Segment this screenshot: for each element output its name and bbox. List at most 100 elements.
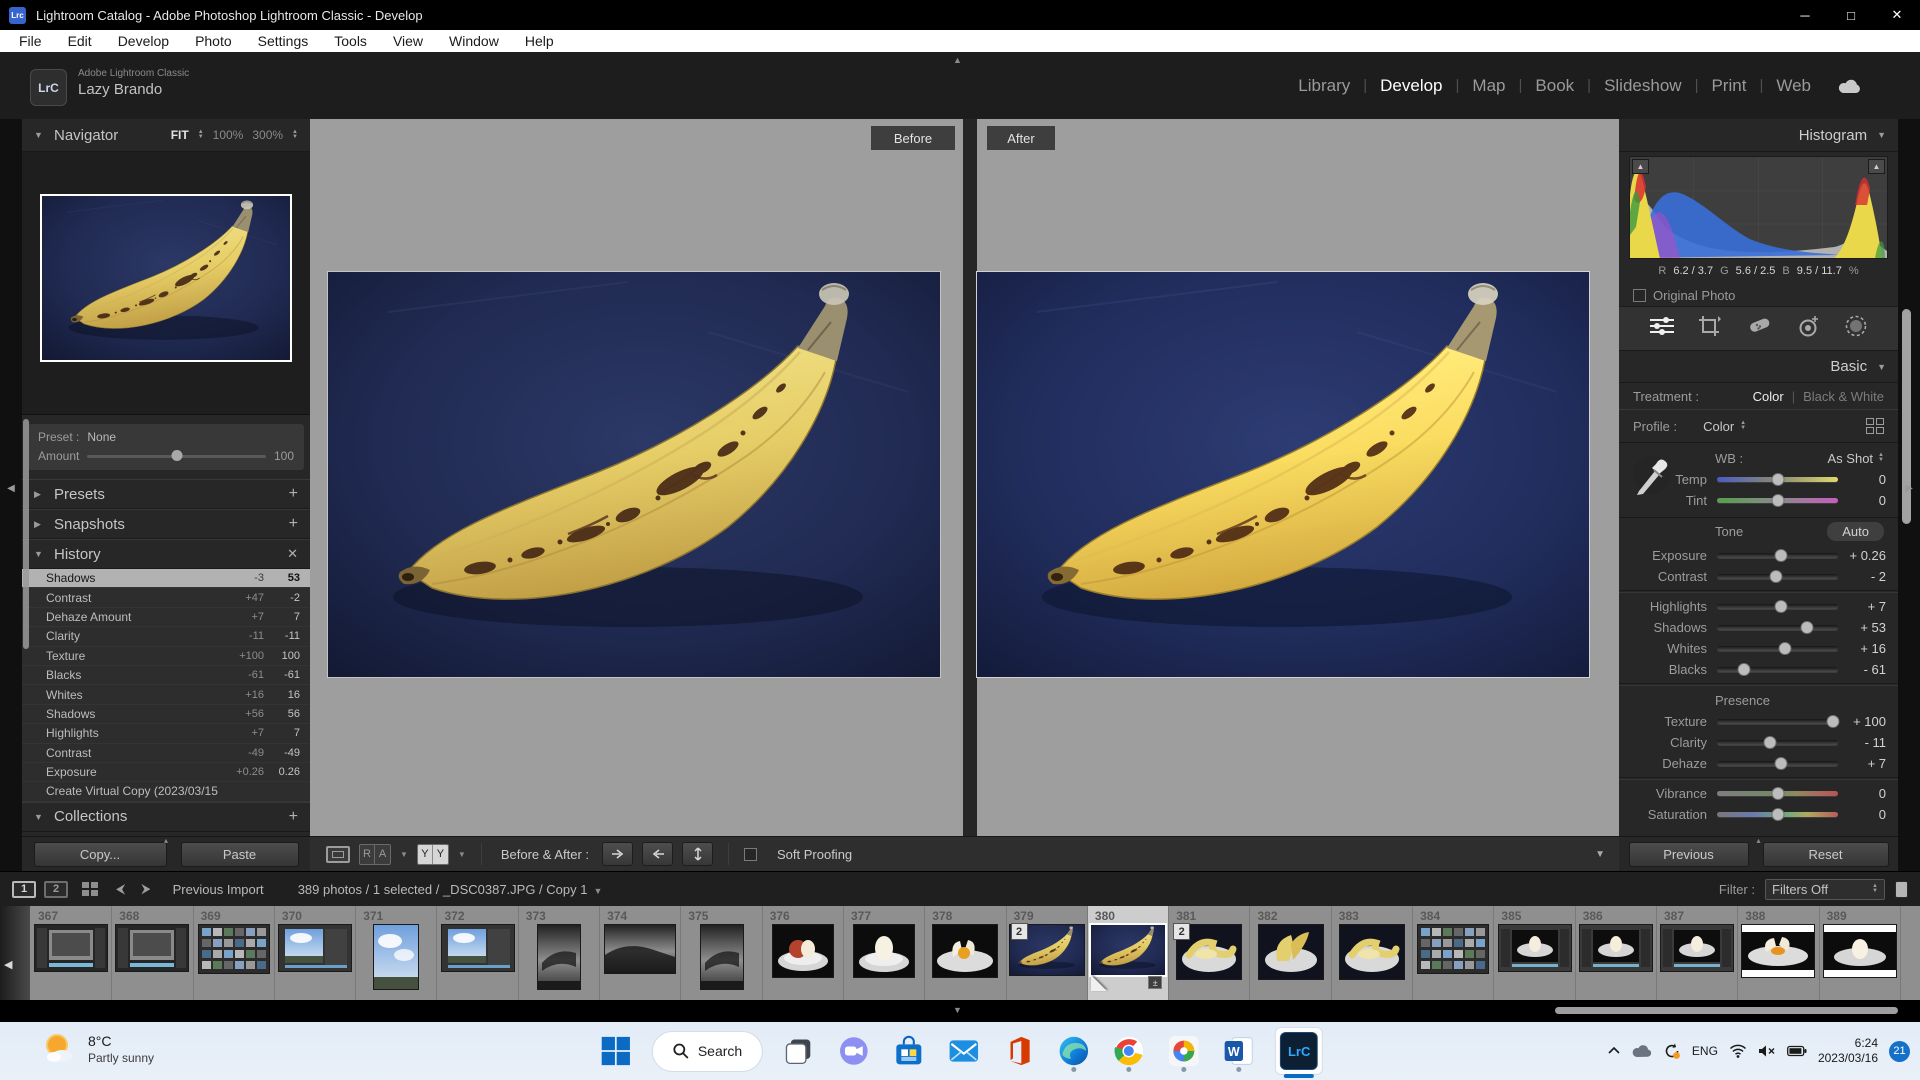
snapshots-header[interactable]: ▶ Snapshots + (22, 509, 310, 539)
filmstrip-cell-376[interactable]: 376 (763, 906, 844, 1000)
slider-track[interactable] (1717, 740, 1838, 745)
slider-highlights[interactable]: Highlights+ 7 (1619, 596, 1898, 617)
navigator-thumbnail[interactable] (40, 194, 292, 362)
filmstrip-thumbnail[interactable] (519, 923, 599, 1000)
history-row-highlights[interactable]: Highlights+77 (22, 724, 310, 743)
add-preset-icon[interactable]: + (289, 485, 298, 503)
filmstrip-cell-387[interactable]: 387 (1657, 906, 1738, 1000)
filmstrip-cell-385[interactable]: 385 (1494, 906, 1575, 1000)
white-balance-eyedropper-icon[interactable] (1631, 451, 1673, 497)
filmstrip-scrollbar[interactable] (1555, 1007, 1898, 1014)
copy-before-to-after-button[interactable] (602, 842, 633, 866)
chevron-down-icon[interactable]: ▼ (458, 850, 466, 859)
filmstrip-thumbnail[interactable] (763, 923, 843, 1000)
history-row-contrast[interactable]: Contrast-49-49 (22, 744, 310, 763)
module-library[interactable]: Library (1285, 76, 1363, 96)
chevron-up-icon[interactable] (1607, 1046, 1621, 1056)
menu-edit[interactable]: Edit (55, 30, 105, 52)
slider-shadows[interactable]: Shadows+ 53 (1619, 617, 1898, 638)
sync-icon[interactable] (1663, 1042, 1681, 1060)
word-icon[interactable]: W (1220, 1029, 1258, 1073)
chevron-down-icon[interactable]: ▼ (400, 850, 408, 859)
slider-track[interactable] (1717, 625, 1838, 630)
volume-muted-icon[interactable] (1758, 1044, 1776, 1058)
menu-develop[interactable]: Develop (105, 30, 182, 52)
zoom-300-option[interactable]: 300% (252, 128, 283, 142)
filmstrip-thumbnail[interactable] (438, 923, 518, 1000)
main-window-button[interactable]: 1 (12, 881, 36, 898)
filmstrip-cell-380[interactable]: 380± (1088, 906, 1169, 1000)
slider-thumb[interactable] (1778, 642, 1791, 655)
collapse-right-panel-icon[interactable]: ▶ (1898, 483, 1920, 494)
history-row-clarity[interactable]: Clarity-11-11 (22, 627, 310, 646)
menu-settings[interactable]: Settings (245, 30, 322, 52)
previous-button[interactable]: Previous (1629, 842, 1749, 867)
slider-thumb[interactable] (1775, 757, 1788, 770)
photos-icon[interactable] (1165, 1029, 1203, 1073)
chrome-icon[interactable] (1110, 1029, 1148, 1073)
slider-thumb[interactable] (1771, 473, 1784, 486)
filmstrip-cell-374[interactable]: 374 (600, 906, 681, 1000)
filmstrip-cell-369[interactable]: 369 (194, 906, 275, 1000)
filmstrip-thumbnail[interactable] (194, 923, 274, 1000)
module-print[interactable]: Print (1698, 76, 1759, 96)
histogram-header[interactable]: Histogram ▼ (1619, 119, 1898, 152)
auto-tone-button[interactable]: Auto (1827, 522, 1884, 541)
paste-settings-button[interactable]: Paste (181, 842, 299, 867)
filmstrip-cell-382[interactable]: 382 (1251, 906, 1332, 1000)
slider-contrast[interactable]: Contrast- 2 (1619, 566, 1898, 587)
filmstrip-thumbnail[interactable] (1576, 923, 1656, 1000)
history-row-contrast[interactable]: Contrast+47-2 (22, 588, 310, 607)
soft-proofing-checkbox[interactable] (744, 848, 757, 861)
navigator-preview[interactable] (22, 152, 310, 415)
slider-whites[interactable]: Whites+ 16 (1619, 638, 1898, 659)
slider-track[interactable] (1717, 791, 1838, 796)
slider-texture[interactable]: Texture+ 100 (1619, 711, 1898, 732)
slider-thumb[interactable] (1800, 621, 1813, 634)
copy-settings-button[interactable]: Copy... (34, 842, 167, 867)
slider-thumb[interactable] (1770, 570, 1783, 583)
module-web[interactable]: Web (1763, 76, 1824, 96)
menu-tools[interactable]: Tools (321, 30, 380, 52)
minimize-button[interactable]: ─ (1782, 0, 1828, 30)
slider-blacks[interactable]: Blacks- 61 (1619, 659, 1898, 680)
language-indicator[interactable]: ENG (1692, 1044, 1718, 1058)
filmstrip-partial-cell[interactable] (0, 906, 30, 1000)
presets-header[interactable]: ▶ Presets + (22, 479, 310, 509)
grid-view-icon[interactable] (82, 882, 98, 896)
right-panel-edge[interactable]: ▶ (1898, 119, 1920, 871)
history-row-shadows[interactable]: Shadows-353 (22, 569, 310, 588)
module-map[interactable]: Map (1459, 76, 1518, 96)
slider-thumb[interactable] (1771, 787, 1784, 800)
add-snapshot-icon[interactable]: + (289, 515, 298, 533)
mask-icon[interactable] (1844, 314, 1868, 343)
slider-track[interactable] (1717, 604, 1838, 609)
slider-thumb[interactable] (1827, 715, 1840, 728)
history-row-shadows[interactable]: Shadows+5656 (22, 705, 310, 724)
toolbar-options-icon[interactable]: ▼ (1595, 849, 1605, 860)
before-after-view-icon[interactable]: YY (417, 844, 449, 865)
history-row-create-virtual-copy-2023-03-15-16-17-55[interactable]: Create Virtual Copy (2023/03/15 16:17:55… (22, 782, 310, 801)
filmstrip-thumbnail[interactable] (600, 923, 680, 1000)
menu-window[interactable]: Window (436, 30, 512, 52)
filmstrip-thumbnail[interactable] (112, 923, 192, 1000)
menu-file[interactable]: File (6, 30, 55, 52)
menu-view[interactable]: View (380, 30, 436, 52)
filmstrip-thumbnail[interactable] (925, 923, 1005, 1000)
filmstrip-cell-389[interactable]: 389 (1820, 906, 1901, 1000)
filmstrip-cell-373[interactable]: 373 (519, 906, 600, 1000)
cloud-sync-icon[interactable] (1838, 78, 1862, 94)
slider-track[interactable] (1717, 553, 1838, 558)
filmstrip-thumbnail[interactable] (1738, 923, 1818, 1000)
second-window-button[interactable]: 2 (44, 881, 68, 898)
filmstrip-cell-377[interactable]: 377 (844, 906, 925, 1000)
adjust-sliders-icon[interactable] (1649, 316, 1675, 341)
filmstrip-thumbnail[interactable] (681, 923, 761, 1000)
module-slideshow[interactable]: Slideshow (1591, 76, 1695, 96)
filmstrip-cell-388[interactable]: 388 (1738, 906, 1819, 1000)
zoom-100-option[interactable]: 100% (213, 128, 244, 142)
before-photo[interactable] (328, 272, 940, 677)
zoom-fit-option[interactable]: FIT (171, 128, 189, 142)
filmstrip-cell-381[interactable]: 3812 (1169, 906, 1250, 1000)
history-row-texture[interactable]: Texture+100100 (22, 647, 310, 666)
